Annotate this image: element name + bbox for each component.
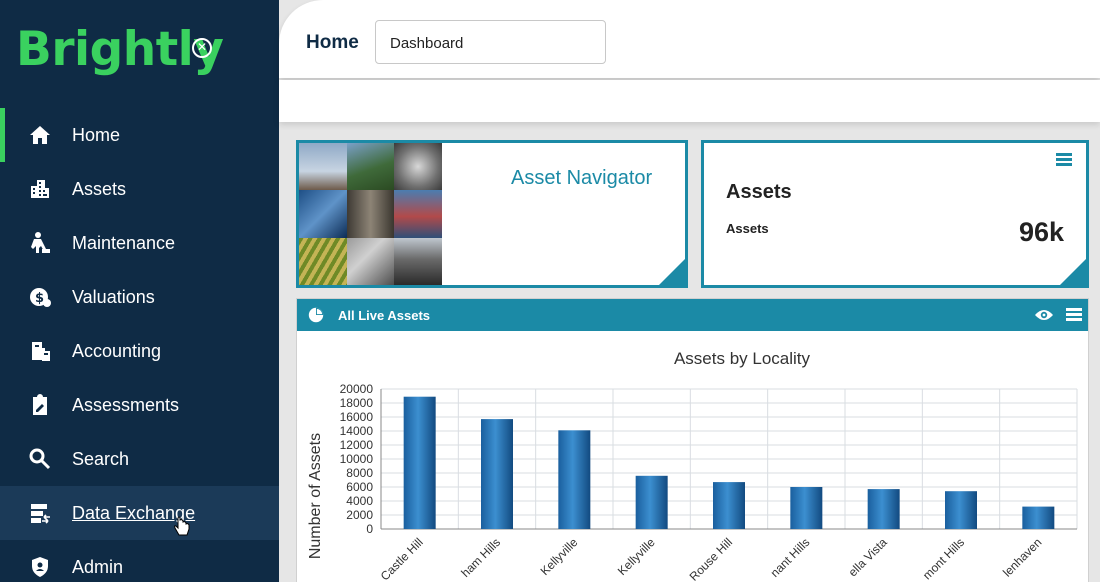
- page-title: Home: [306, 32, 359, 53]
- bar-castle-hill[interactable]: [403, 396, 436, 529]
- dashboard-select[interactable]: Dashboard: [375, 20, 606, 64]
- x-tick-label: Rouse Hill: [687, 535, 736, 582]
- sidebar-nav: Home Assets Maintenance $ Valuations Acc…: [0, 108, 279, 582]
- menu-icon[interactable]: [1056, 153, 1072, 167]
- road-image: [394, 237, 442, 285]
- gears-image: [394, 143, 442, 191]
- bar-glenhaven[interactable]: [1022, 506, 1055, 529]
- y-tick-label: 12000: [340, 438, 374, 452]
- assets-card-subtitle: Assets: [726, 221, 769, 236]
- y-tick-label: 16000: [340, 410, 374, 424]
- assets-by-locality-chart: Assets by Locality Number of Assets 0200…: [307, 349, 1078, 582]
- asset-photo-mosaic: [299, 143, 442, 285]
- bar-baulkham-hills[interactable]: [481, 419, 513, 529]
- bar-beaumont-hills[interactable]: [945, 491, 977, 529]
- x-tick-label: ham Hills: [458, 535, 503, 580]
- sidebar-item-label: Home: [72, 125, 121, 145]
- clipboard-icon: [28, 393, 52, 417]
- toolbar-strip: [279, 80, 1100, 122]
- all-live-assets-panel: All Live Assets Assets by Locality Numbe…: [296, 298, 1089, 582]
- sidebar-item-label: Assessments: [72, 395, 180, 415]
- x-tick-label: Castle Hill: [378, 535, 426, 582]
- shield-icon: [28, 555, 52, 579]
- buildings-icon: [28, 177, 52, 201]
- power-lines-image: [299, 143, 347, 191]
- sidebar-item-assets[interactable]: Assets: [0, 162, 279, 216]
- y-tick-label: 8000: [346, 466, 373, 480]
- asset-navigator-card[interactable]: Asset Navigator: [296, 140, 688, 288]
- bar-bella-vista[interactable]: [867, 489, 900, 529]
- sidebar-item-data-exchange[interactable]: Data Exchange: [0, 486, 279, 540]
- sidebar-item-label: Assets: [72, 179, 127, 199]
- sidebar-item-admin[interactable]: Admin: [0, 540, 279, 582]
- chart-y-axis-label: Number of Assets: [307, 433, 324, 559]
- y-tick-label: 6000: [346, 480, 373, 494]
- sidebar-item-maintenance[interactable]: Maintenance: [0, 216, 279, 270]
- money-icon: $: [28, 285, 52, 309]
- top-bar: Home Dashboard: [279, 0, 1100, 78]
- y-tick-label: 14000: [340, 424, 374, 438]
- logo-row: Brightly ✕: [14, 22, 274, 82]
- vineyard-image: [299, 237, 347, 285]
- collapse-sidebar-icon[interactable]: ✕: [192, 38, 212, 58]
- y-tick-label: 20000: [340, 382, 374, 396]
- asset-navigator-title: Asset Navigator: [511, 167, 653, 189]
- port-cranes-image: [394, 190, 442, 238]
- x-tick-label: mont Hills: [920, 535, 967, 582]
- hand-cursor-icon: [172, 516, 192, 543]
- y-tick-label: 10000: [340, 452, 374, 466]
- accounting-icon: [28, 339, 52, 363]
- sidebar-item-label: Search: [72, 449, 130, 469]
- sidebar-item-label: Maintenance: [72, 233, 176, 253]
- search-icon: [28, 447, 52, 471]
- eye-icon[interactable]: [1034, 308, 1054, 322]
- bar-pennant-hills[interactable]: [790, 487, 823, 529]
- y-tick-label: 0: [366, 522, 373, 536]
- assets-card-value: 96k: [1018, 217, 1064, 247]
- sidebar-item-assessments[interactable]: Assessments: [0, 378, 279, 432]
- sidebar-item-label: Valuations: [72, 287, 155, 307]
- assets-kpi-card: Assets Assets 96k: [701, 140, 1089, 288]
- data-exchange-icon: [28, 501, 52, 525]
- pie-chart-icon: [308, 307, 324, 323]
- card-corner-marker: [1060, 259, 1086, 285]
- bar-rouse-hill[interactable]: [713, 482, 745, 529]
- bar-kellyville[interactable]: [558, 430, 591, 529]
- card-corner-marker: [659, 259, 685, 285]
- x-tick-label: lenhaven: [1000, 535, 1044, 579]
- sidebar-item-valuations[interactable]: $ Valuations: [0, 270, 279, 324]
- panel-header: All Live Assets: [297, 299, 1088, 331]
- mountain-image: [346, 143, 395, 191]
- main-area: Home Dashboard Asset Navigator Assets As…: [279, 0, 1100, 582]
- x-tick-label: nant Hills: [768, 535, 813, 580]
- sidebar-item-label: Accounting: [72, 341, 162, 361]
- sidebar-item-search[interactable]: Search: [0, 432, 279, 486]
- svg-text:$: $: [35, 291, 44, 306]
- chart-title: Assets by Locality: [674, 349, 811, 368]
- panel-title: All Live Assets: [338, 308, 431, 323]
- panel-menu-icon[interactable]: [1066, 308, 1082, 322]
- x-tick-label: Kellyville: [538, 535, 581, 578]
- railway-image: [346, 190, 395, 238]
- bar-north-kellyville[interactable]: [635, 475, 668, 529]
- sidebar-item-home[interactable]: Home: [0, 108, 279, 162]
- worker-icon: [28, 231, 52, 255]
- assets-card-title: Assets: [726, 181, 792, 203]
- sidebar-item-label: Admin: [72, 557, 124, 577]
- y-tick-label: 18000: [340, 396, 374, 410]
- x-tick-label: Kellyville: [615, 535, 658, 578]
- y-tick-label: 4000: [346, 494, 373, 508]
- sidebar-item-accounting[interactable]: Accounting: [0, 324, 279, 378]
- sidebar: Brightly ✕ Home Assets Maintenance $ Val: [0, 0, 279, 582]
- y-tick-label: 2000: [346, 508, 373, 522]
- circuit-board-image: [346, 237, 395, 285]
- glass-building-image: [299, 190, 347, 238]
- x-tick-label: ella Vista: [846, 535, 890, 579]
- home-icon: [28, 123, 52, 147]
